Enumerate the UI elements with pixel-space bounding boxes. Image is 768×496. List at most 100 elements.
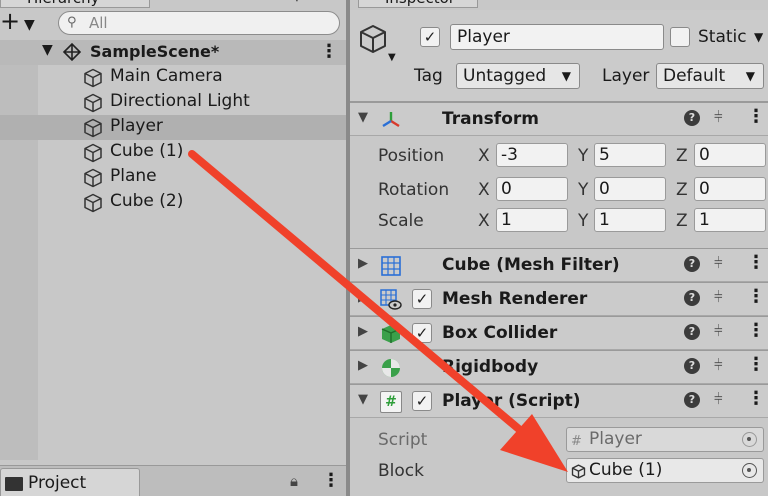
hierarchy-item-label: Player — [110, 116, 163, 136]
scale-y-field[interactable]: 1 — [594, 208, 666, 232]
rotation-label: Rotation — [378, 180, 450, 200]
transform-header[interactable]: ▼ Transform ? ⫩ ⋮ — [350, 102, 768, 136]
panel-menu-icon[interactable]: ⋮ — [290, 0, 304, 4]
layer-dropdown[interactable]: Default ▼ — [656, 63, 764, 89]
mesh-filter-header[interactable]: ▶ Cube (Mesh Filter) ? ⫩ ⋮ — [350, 248, 768, 282]
block-field[interactable]: Cube (1) — [566, 458, 764, 483]
rigidbody-header[interactable]: ▶ Rigidbody ? ⫩ ⋮ — [350, 350, 768, 384]
fold-right-icon[interactable]: ▶ — [358, 324, 368, 339]
gameobject-cube-icon — [84, 93, 102, 113]
object-picker-icon[interactable] — [742, 463, 757, 478]
static-checkbox[interactable] — [670, 27, 690, 47]
chevron-down-icon[interactable]: ▼ — [388, 52, 396, 63]
rotation-z-field[interactable]: 0 — [694, 177, 766, 201]
panel-menu-icon[interactable]: ⋮ — [322, 470, 340, 491]
help-icon[interactable]: ? — [684, 324, 700, 340]
gameobject-cube-icon — [571, 464, 586, 479]
fold-right-icon[interactable]: ▶ — [358, 358, 368, 373]
scale-z-field[interactable]: 1 — [694, 208, 766, 232]
hierarchy-item[interactable]: Cube (1) — [0, 140, 346, 165]
rotation-x-field[interactable]: 0 — [496, 177, 568, 201]
position-z-field[interactable]: 0 — [694, 143, 766, 167]
player-script-header[interactable]: ▼ # ✓ Player (Script) ? ⫩ ⋮ — [350, 384, 768, 418]
fold-down-icon[interactable]: ▼ — [358, 110, 368, 125]
component-menu-icon[interactable]: ⋮ — [747, 252, 765, 273]
scene-menu-icon[interactable]: ⋮ — [320, 41, 338, 62]
preset-sliders-icon[interactable]: ⫩ — [714, 108, 723, 126]
help-icon[interactable]: ? — [684, 256, 700, 272]
project-tab[interactable]: Project — [0, 468, 140, 496]
rotation-y-field[interactable]: 0 — [594, 177, 666, 201]
component-menu-icon[interactable]: ⋮ — [747, 106, 765, 127]
hierarchy-item-label: Cube (1) — [110, 141, 184, 161]
hierarchy-item[interactable]: Plane — [0, 165, 346, 190]
help-icon[interactable]: ? — [684, 358, 700, 374]
scene-row[interactable]: ▼ SampleScene* ⋮ — [0, 40, 346, 65]
hierarchy-item[interactable]: Directional Light — [0, 90, 346, 115]
component-title: Player (Script) — [442, 391, 581, 411]
gameobject-cube-icon — [360, 25, 386, 53]
hierarchy-item-selected[interactable]: Player — [0, 115, 346, 140]
tag-value: Untagged — [463, 66, 547, 86]
help-icon[interactable]: ? — [684, 392, 700, 408]
component-menu-icon[interactable]: ⋮ — [747, 320, 765, 341]
fold-down-icon[interactable]: ▼ — [42, 42, 53, 58]
layer-value: Default — [663, 66, 726, 86]
tag-label: Tag — [414, 66, 443, 86]
fold-right-icon[interactable]: ▶ — [358, 290, 368, 305]
preset-sliders-icon[interactable]: ⫩ — [714, 322, 723, 340]
axis-label: Z — [676, 211, 688, 231]
hierarchy-search-input[interactable]: ⚲ All — [58, 11, 340, 35]
axis-label: Y — [578, 146, 589, 166]
position-x-field[interactable]: -3 — [496, 143, 568, 167]
scale-x-field[interactable]: 1 — [496, 208, 568, 232]
help-icon[interactable]: ? — [684, 290, 700, 306]
mesh-renderer-icon — [380, 289, 402, 310]
object-name-input[interactable]: Player — [450, 24, 664, 50]
component-enabled-checkbox[interactable]: ✓ — [412, 391, 432, 411]
script-hash-icon: # — [380, 391, 402, 413]
box-collider-header[interactable]: ▶ ✓ Box Collider ? ⫩ ⋮ — [350, 316, 768, 350]
unity-scene-icon — [62, 42, 82, 66]
gameobject-header: ▼ ✓ Player Static ▼ Tag Untagged ▼ Layer… — [350, 10, 768, 102]
search-icon: ⚲ — [67, 15, 77, 30]
preset-sliders-icon[interactable]: ⫩ — [714, 390, 723, 408]
axis-label: X — [478, 180, 490, 200]
chevron-down-icon: ▼ — [561, 69, 571, 83]
object-picker-icon — [742, 432, 757, 447]
component-menu-icon[interactable]: ⋮ — [747, 388, 765, 409]
transform-icon — [382, 112, 400, 128]
gameobject-cube-icon — [84, 143, 102, 163]
fold-down-icon[interactable]: ▼ — [358, 392, 368, 407]
preset-sliders-icon[interactable]: ⫩ — [714, 288, 723, 306]
create-button[interactable]: + ▼ — [0, 8, 50, 38]
fold-right-icon[interactable]: ▶ — [358, 256, 368, 271]
script-hash-icon: # — [571, 434, 582, 449]
component-menu-icon[interactable]: ⋮ — [747, 286, 765, 307]
component-enabled-checkbox[interactable]: ✓ — [412, 323, 432, 343]
position-y-field[interactable]: 5 — [594, 143, 666, 167]
lock-icon[interactable]: 🔒︎ — [290, 472, 298, 490]
component-menu-icon[interactable]: ⋮ — [747, 354, 765, 375]
axis-label: Y — [578, 180, 589, 200]
axis-label: Z — [676, 146, 688, 166]
hierarchy-tab[interactable]: Hierarchy — [0, 0, 150, 8]
search-placeholder: All — [89, 14, 108, 32]
preset-sliders-icon[interactable]: ⫩ — [714, 254, 723, 272]
component-title: Rigidbody — [442, 357, 539, 377]
hierarchy-item-label: Cube (2) — [110, 191, 184, 211]
active-checkbox[interactable]: ✓ — [420, 27, 440, 47]
hierarchy-item[interactable]: Cube (2) — [0, 190, 346, 215]
folder-icon — [5, 477, 23, 491]
preset-sliders-icon[interactable]: ⫩ — [714, 356, 723, 374]
hierarchy-item[interactable]: Main Camera — [0, 65, 346, 90]
inspector-tab[interactable]: Inspector — [358, 0, 478, 8]
tag-dropdown[interactable]: Untagged ▼ — [456, 63, 580, 89]
project-panel-header: Project 🔒︎ ⋮ — [0, 465, 346, 496]
help-icon[interactable]: ? — [684, 110, 700, 126]
mesh-renderer-header[interactable]: ▶ ✓ Mesh Renderer ? ⫩ ⋮ — [350, 282, 768, 316]
chevron-down-icon[interactable]: ▼ — [754, 30, 763, 44]
component-enabled-checkbox[interactable]: ✓ — [412, 289, 432, 309]
chevron-down-icon: ▼ — [745, 69, 755, 83]
component-title: Box Collider — [442, 323, 558, 343]
